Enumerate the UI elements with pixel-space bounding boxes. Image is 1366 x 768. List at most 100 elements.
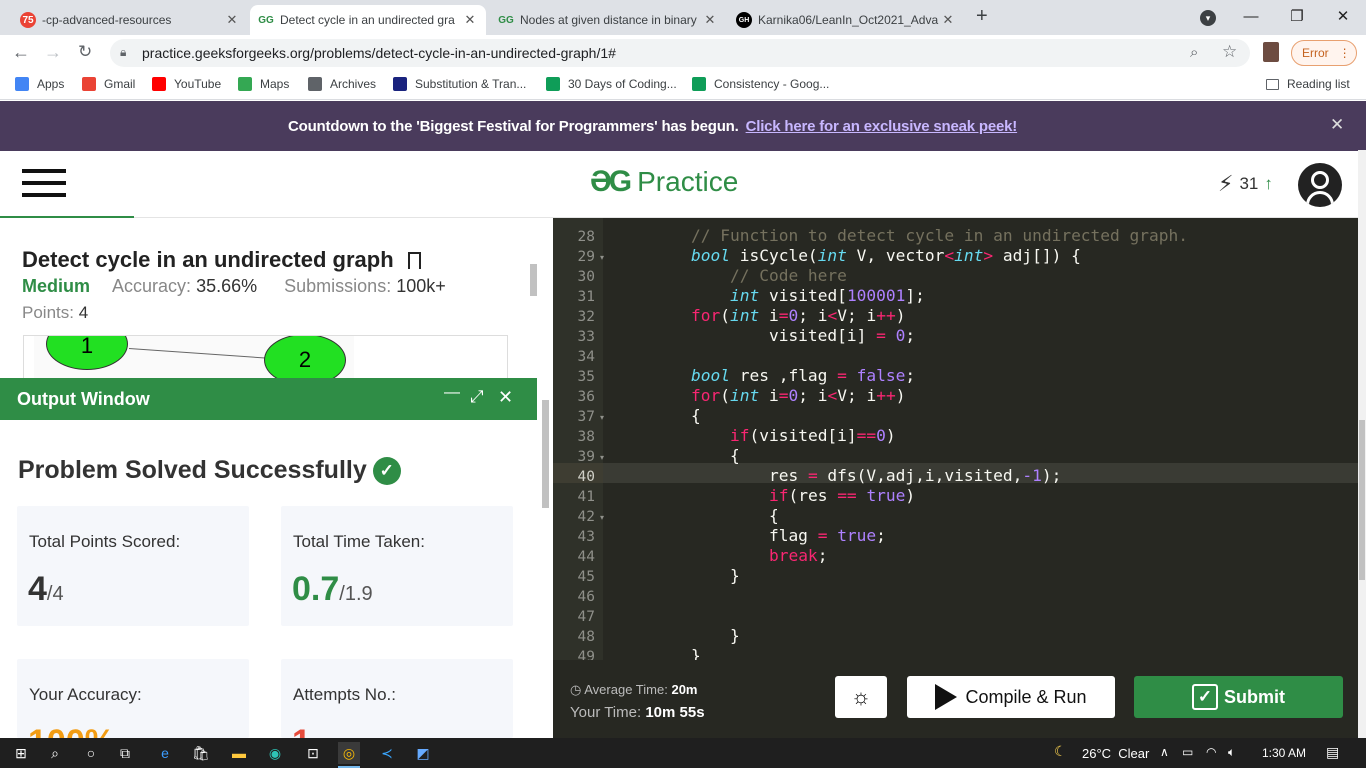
tab-github[interactable]: GH Karnika06/LeanIn_Oct2021_Adva ✕ [728, 5, 964, 35]
reload-icon[interactable]: ↻ [78, 42, 92, 62]
clock-time[interactable]: 1:30 AM [1262, 746, 1306, 760]
hamburger-menu-icon[interactable] [22, 169, 66, 199]
clock-icon: ◷ [570, 682, 582, 697]
code-line[interactable]: break; [652, 546, 827, 565]
code-line[interactable]: int visited[100001]; [652, 286, 925, 305]
bookmark-label: Consistency - Goog... [714, 77, 830, 91]
streak-counter[interactable]: ⚡︎ 31 ↑ [1218, 171, 1273, 197]
reading-list-button[interactable]: Reading list [1266, 77, 1350, 91]
task-view-icon[interactable]: ⧉ [114, 742, 136, 764]
code-editor[interactable]: 28 29 ▾ 30 31 32 33 34 35 36 37 ▾ 38 39 ▾ 40 41 42 ▾ 43 44 45… [553, 218, 1358, 660]
line-number: 44 [577, 549, 595, 565]
expand-output-icon[interactable]: ⤢ [470, 387, 484, 407]
close-banner-icon[interactable]: ✕ [1330, 115, 1344, 135]
bookmark-consistency-goog[interactable]: Consistency - Goog... [692, 77, 829, 91]
bookmark-archives[interactable]: Archives [308, 77, 376, 91]
bookmark-label: Maps [260, 77, 290, 91]
extension-icon[interactable] [1263, 42, 1279, 62]
fold-arrow-icon[interactable]: ▾ [600, 413, 604, 422]
forward-arrow-icon[interactable]: → [44, 42, 62, 63]
notification-icon[interactable]: ▤ [1326, 744, 1339, 761]
volume-icon[interactable]: 🔈︎ [1228, 745, 1235, 760]
code-line[interactable]: for(int i=0; i<V; i++) [652, 306, 905, 325]
restore-button[interactable]: ❐ [1274, 4, 1320, 30]
bookmark-maps[interactable]: Maps [238, 77, 289, 91]
bookmark-gmail[interactable]: Gmail [82, 77, 135, 91]
code-line[interactable]: } [652, 646, 701, 660]
points-label: Points: [22, 303, 74, 322]
file-explorer-icon[interactable]: ▬ [228, 742, 250, 764]
code-line[interactable]: if(res == true) [652, 486, 915, 505]
tab-title: Nodes at given distance in binary [520, 13, 697, 27]
zoom-icon[interactable]: ⌕ [1190, 44, 1198, 61]
fold-arrow-icon[interactable]: ▾ [600, 253, 604, 262]
code-line[interactable]: // Function to detect cycle in an undire… [652, 226, 1188, 245]
code-line[interactable]: bool isCycle(int V, vector<int> adj[]) { [652, 246, 1081, 265]
windows-start-icon[interactable]: ⊞ [10, 742, 32, 764]
edge-legacy-icon[interactable]: e [154, 742, 176, 764]
tab-nodes-distance[interactable]: GG Nodes at given distance in binary ✕ [490, 5, 726, 35]
back-arrow-icon[interactable]: ← [12, 42, 30, 63]
bookmark-icon[interactable] [407, 251, 421, 269]
compile-run-button[interactable]: Compile & Run [907, 676, 1115, 718]
code-line[interactable]: for(int i=0; i<V; i++) [652, 386, 905, 405]
site-logo[interactable]: ƏG Practice [590, 165, 738, 199]
edge-icon[interactable]: ◉ [264, 742, 286, 764]
minimize-button[interactable]: — [1228, 4, 1274, 30]
lock-icon[interactable]: 🔒︎ [120, 45, 126, 60]
fold-arrow-icon[interactable]: ▾ [600, 513, 604, 522]
code-line[interactable]: } [652, 566, 740, 585]
site-header: ƏG Practice ⚡︎ 31 ↑ [0, 151, 1358, 218]
problem-scrollbar[interactable] [530, 264, 537, 296]
code-line[interactable]: // Code here [652, 266, 847, 285]
bookmark-30-days-of-coding[interactable]: 30 Days of Coding... [546, 77, 677, 91]
code-line[interactable]: bool res ,flag = false; [652, 366, 915, 385]
paint-icon[interactable]: ◩ [412, 742, 434, 764]
fold-arrow-icon[interactable]: ▾ [600, 453, 604, 462]
bookmark-apps[interactable]: Apps [15, 77, 64, 91]
bookmark-substitution-tran[interactable]: Substitution & Tran... [393, 77, 526, 91]
code-line[interactable]: flag = true; [652, 526, 886, 545]
bookmark-icon [308, 77, 322, 91]
submit-button[interactable]: ✓ Submit [1134, 676, 1343, 718]
user-avatar-icon[interactable] [1298, 163, 1342, 207]
bookmark-star-icon[interactable]: ☆ [1222, 42, 1237, 62]
keyboard-icon[interactable]: ▭ [1182, 745, 1193, 759]
weather-text[interactable]: 26°C Clear [1082, 746, 1149, 761]
url-text[interactable]: practice.geeksforgeeks.org/problems/dete… [142, 45, 616, 61]
close-output-icon[interactable]: ✕ [498, 387, 513, 408]
code-line[interactable]: res = dfs(V,adj,i,visited,-1); [652, 466, 1061, 485]
theme-toggle-button[interactable]: ☼ [835, 676, 887, 718]
close-tab-icon[interactable]: ✕ [224, 12, 240, 28]
search-icon[interactable]: ⌕ [44, 742, 66, 764]
store-icon[interactable]: 🛍︎ [190, 742, 212, 764]
reading-list-label: Reading list [1287, 77, 1350, 91]
output-scrollbar[interactable] [542, 400, 549, 508]
banner-link[interactable]: Click here for an exclusive sneak peek! [746, 118, 1018, 135]
profile-error-button[interactable]: Error ⋮ [1291, 40, 1357, 66]
checkbox-icon: ✓ [1192, 684, 1218, 710]
tab-cp-advanced-resources[interactable]: 75 -cp-advanced-resources ✕ [12, 5, 248, 35]
tab-detect-cycle[interactable]: GG Detect cycle in an undirected gra ✕ [250, 5, 486, 35]
code-line[interactable]: visited[i] = 0; [652, 326, 915, 345]
network-app-icon[interactable]: ⊡ [302, 742, 324, 764]
cortana-icon[interactable]: ○ [80, 742, 102, 764]
close-tab-icon[interactable]: ✕ [702, 12, 718, 28]
close-tab-icon[interactable]: ✕ [940, 12, 956, 28]
page-scrollbar-thumb[interactable] [1359, 420, 1365, 580]
vscode-icon[interactable]: ≺ [376, 742, 398, 764]
code-line[interactable]: { [652, 506, 779, 525]
chrome-icon[interactable]: ◎ [338, 742, 360, 764]
code-line[interactable]: } [652, 626, 740, 645]
close-window-button[interactable]: ✕ [1320, 4, 1366, 30]
bookmark-youtube[interactable]: YouTube [152, 77, 221, 91]
new-tab-button[interactable]: + [976, 5, 988, 28]
code-line[interactable]: { [652, 446, 740, 465]
tab-search-icon[interactable]: ▾ [1200, 10, 1216, 26]
minimize-output-icon[interactable]: — [444, 384, 460, 402]
wifi-icon[interactable]: ◠ [1206, 745, 1216, 759]
close-tab-icon[interactable]: ✕ [462, 12, 478, 28]
code-line[interactable]: { [652, 406, 701, 425]
show-hidden-icons[interactable]: ∧ [1160, 745, 1169, 759]
code-line[interactable]: if(visited[i]==0) [652, 426, 896, 445]
